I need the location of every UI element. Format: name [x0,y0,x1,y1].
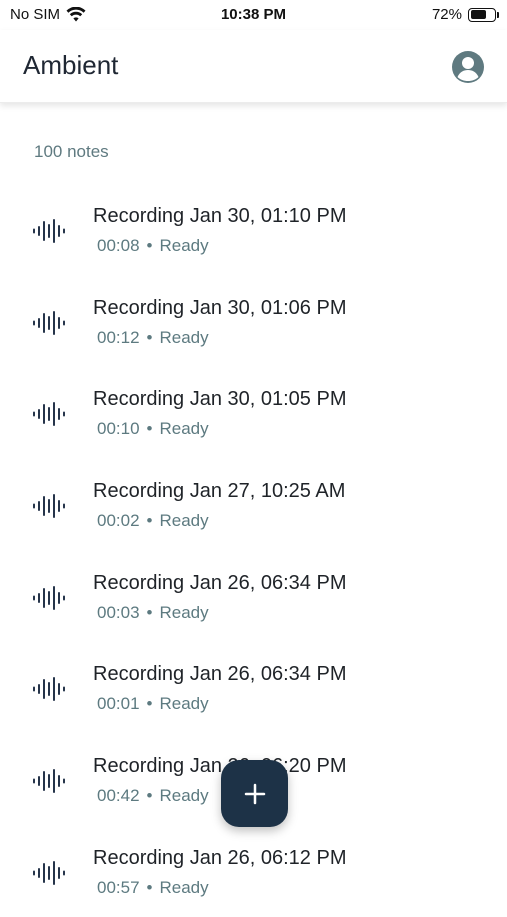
separator-dot: • [146,419,153,439]
app-title: Ambient [23,50,119,80]
waveform-icon [33,585,65,610]
recording-title: Recording Jan 26, 06:34 PM [93,571,347,594]
recording-item[interactable]: Recording Jan 26, 06:12 PM 00:57 • Ready [0,825,507,917]
recording-meta: 00:02 • Ready [97,511,209,531]
recording-duration: 00:02 [97,511,140,531]
recording-title: Recording Jan 27, 10:25 AM [93,480,346,503]
recording-meta: 00:08 • Ready [97,236,209,256]
recording-item[interactable]: Recording Jan 27, 10:25 AM 00:02 • Ready [0,458,507,550]
app-header: Ambient [0,30,507,103]
waveform-icon [33,494,65,519]
status-time: 10:38 PM [220,6,287,23]
waveform-icon [33,860,65,885]
recording-duration: 00:03 [97,602,140,622]
recording-duration: 00:57 [97,877,140,897]
recording-status: Ready [159,327,209,347]
recording-status: Ready [159,877,209,897]
recording-status: Ready [159,419,209,439]
separator-dot: • [146,602,153,622]
recording-status: Ready [159,236,209,255]
recording-title: Recording Jan 30, 01:10 PM [93,205,347,227]
separator-dot: • [146,786,153,806]
waveform-icon [33,677,65,702]
separator-dot: • [146,511,153,531]
recording-item[interactable]: Recording Jan 26, 06:34 PM 00:03 • Ready [0,550,507,642]
separator-dot: • [146,694,153,714]
recording-title: Recording Jan 30, 01:05 PM [93,388,347,411]
recording-meta: 00:10 • Ready [97,419,209,439]
recording-item[interactable]: Recording Jan 30, 01:10 PM 00:08 • Ready [0,183,507,275]
add-recording-button[interactable] [221,760,288,827]
recording-item[interactable]: Recording Jan 30, 01:05 PM 00:10 • Ready [0,366,507,458]
recording-title: Recording Jan 26, 06:20 PM [93,755,347,778]
recording-item[interactable]: Recording Jan 26, 06:34 PM 00:01 • Ready [0,641,507,733]
recording-title: Recording Jan 26, 06:34 PM [93,663,347,686]
battery-icon [468,7,496,22]
recording-meta: 00:57 • Ready [97,878,209,898]
battery-percent: 72% [431,6,462,23]
separator-dot: • [146,236,153,255]
notes-count: 100 notes [34,142,109,161]
waveform-icon [33,402,65,427]
status-bar: No SIM 10:38 PM 72% [0,0,507,30]
recording-duration: 00:10 [97,419,140,439]
recording-meta: 00:03 • Ready [97,603,209,623]
waveform-icon [33,769,65,794]
recording-status: Ready [159,694,209,714]
recording-title: Recording Jan 26, 06:12 PM [93,846,347,869]
battery-cap [497,11,499,18]
recording-status: Ready [159,786,209,806]
waveform-icon [33,219,65,243]
recording-duration: 00:42 [97,786,140,806]
recording-duration: 00:08 [97,236,140,255]
recording-title: Recording Jan 30, 01:06 PM [93,296,347,319]
separator-dot: • [146,327,153,347]
recording-status: Ready [159,602,209,622]
recording-duration: 00:12 [97,327,140,347]
account-circle-icon[interactable] [451,50,485,84]
separator-dot: • [146,877,153,897]
recording-meta: 00:42 • Ready [97,786,209,806]
waveform-icon [33,310,65,335]
recording-meta: 00:01 • Ready [97,694,209,714]
recording-meta: 00:12 • Ready [97,328,209,348]
recording-item[interactable]: Recording Jan 30, 01:06 PM 00:12 • Ready [0,275,507,367]
recording-duration: 00:01 [97,694,140,714]
battery-fill [470,10,487,19]
status-right: 72% [432,6,499,23]
recording-status: Ready [159,511,209,531]
plus-icon [244,783,265,804]
